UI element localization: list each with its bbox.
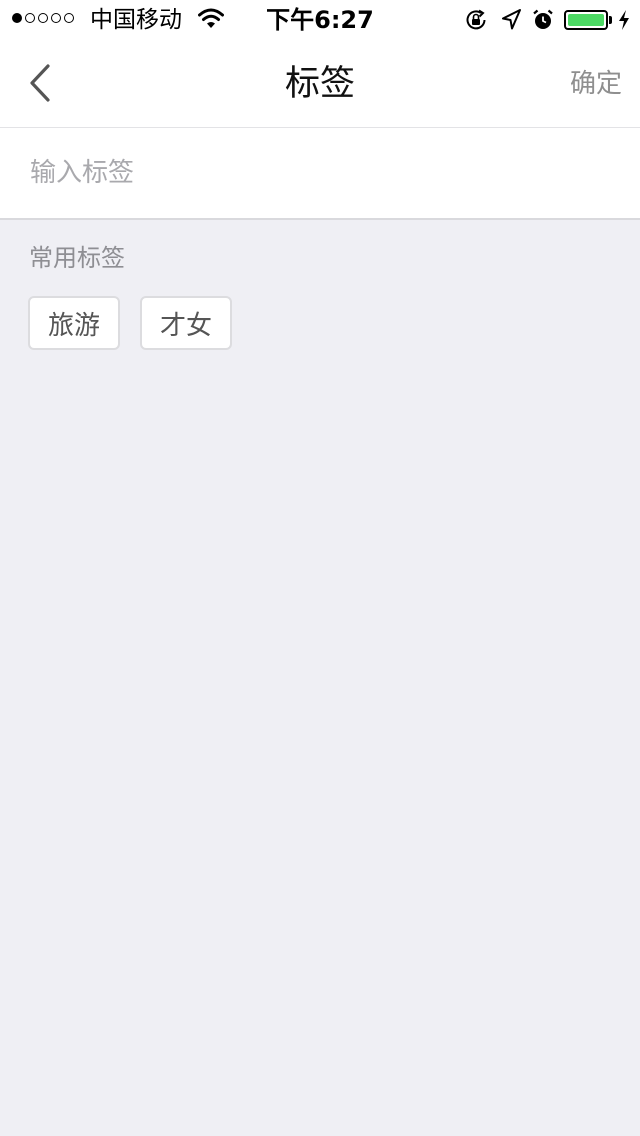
location-arrow-icon xyxy=(502,9,521,30)
orientation-lock-icon xyxy=(466,9,486,30)
alarm-icon xyxy=(533,9,553,29)
charging-bolt-icon xyxy=(619,10,629,30)
tag-input[interactable] xyxy=(30,152,610,194)
page-title: 标签 xyxy=(284,64,355,104)
common-tags-label: 常用标签 xyxy=(29,244,125,272)
battery-icon xyxy=(564,10,608,30)
common-tags-list: 旅游 才女 xyxy=(28,296,232,350)
tag-chip[interactable]: 旅游 xyxy=(28,296,120,350)
battery-tip xyxy=(609,16,612,24)
navigation-bar: 标签 确定 xyxy=(0,40,640,128)
confirm-button[interactable]: 确定 xyxy=(570,67,622,101)
tag-chip[interactable]: 才女 xyxy=(140,296,232,350)
battery-level xyxy=(568,14,604,26)
status-bar: 中国移动 下午6:27 xyxy=(0,0,640,40)
tag-input-row xyxy=(0,128,640,220)
